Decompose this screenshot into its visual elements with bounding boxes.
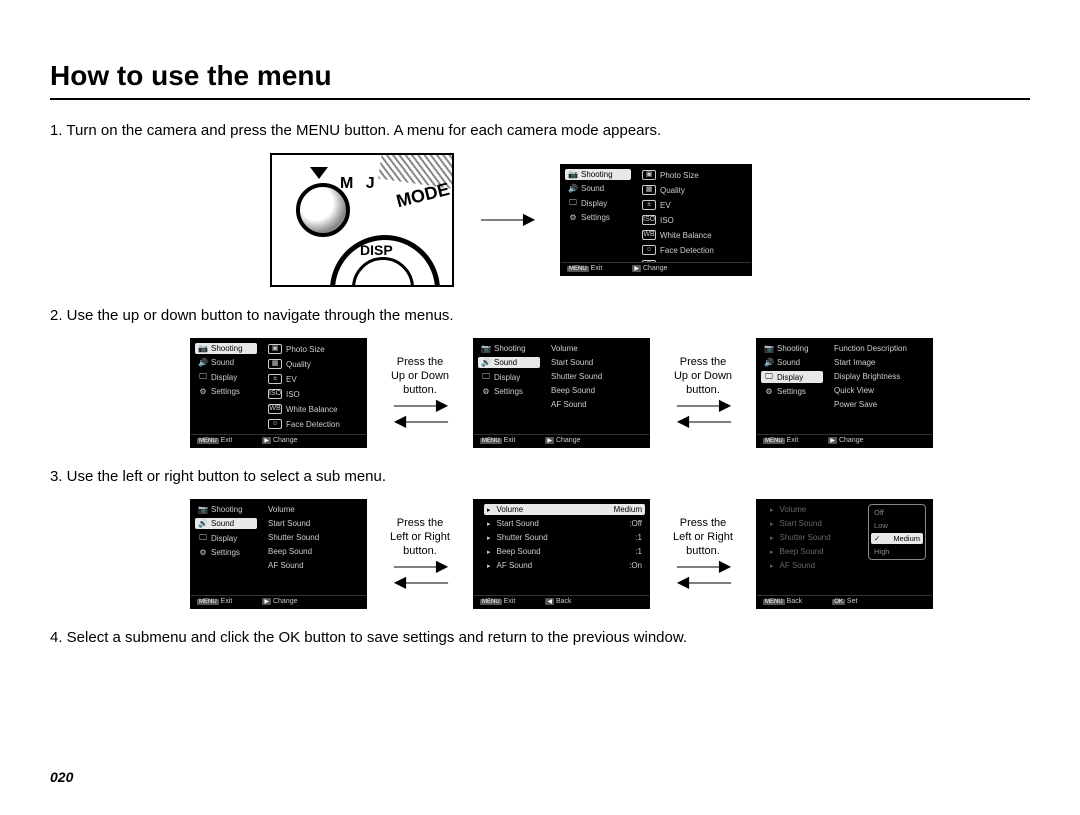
step-3: 3. Use the left or right button to selec… [50, 468, 1030, 485]
step-4: 4. Select a submenu and click the OK but… [50, 629, 1030, 646]
lcd-2b: 📷Shooting 🔊Sound 🖵Display ⚙Settings Volu… [473, 338, 650, 448]
figure-row-1: M J MODE DISP ———▶ 📷Shooting 🔊Sound 🖵Dis… [50, 153, 1030, 287]
arrow-lr-2: Press the Left or Right button. ———▶ ◀——… [658, 517, 748, 590]
side-sound: 🔊Sound [565, 183, 631, 194]
page-number: 020 [50, 769, 73, 785]
side-settings: ⚙Settings [565, 212, 631, 223]
mode-label: MODE [394, 179, 451, 212]
arrow-updown-2: Press the Up or Down button. ———▶ ◀——— [658, 356, 748, 429]
camera-button-illustration: M J MODE DISP [270, 153, 454, 287]
disp-label: DISP [360, 242, 393, 258]
title-rule [50, 98, 1030, 100]
lcd-3c: Volume Start Sound Shutter Sound Beep So… [756, 499, 933, 609]
volume-options: Off Low ✓ Medium High [868, 504, 926, 560]
menu-arrow-icon [310, 167, 328, 179]
menu-button-graphic [296, 183, 350, 237]
step-1: 1. Turn on the camera and press the MENU… [50, 122, 1030, 139]
arrow-right: ———▶ [462, 212, 552, 228]
lcd-2c: 📷Shooting 🔊Sound 🖵Display ⚙Settings Func… [756, 338, 933, 448]
lcd-3a: 📷Shooting 🔊Sound 🖵Display ⚙Settings Volu… [190, 499, 367, 609]
lcd-2a: 📷Shooting 🔊Sound 🖵Display ⚙Settings ▣Pho… [190, 338, 367, 448]
side-display: 🖵Display [565, 197, 631, 209]
arrow-updown-1: Press the Up or Down button. ———▶ ◀——— [375, 356, 465, 429]
page-title: How to use the menu [50, 60, 1030, 92]
menu-label: M J [340, 175, 379, 193]
figure-row-2: 📷Shooting 🔊Sound 🖵Display ⚙Settings ▣Pho… [50, 338, 1030, 448]
lcd-3b: VolumeMedium Start Sound:Off Shutter Sou… [473, 499, 650, 609]
lcd-shooting: 📷Shooting 🔊Sound 🖵Display ⚙Settings ▣Pho… [560, 164, 752, 276]
step-2: 2. Use the up or down button to navigate… [50, 307, 1030, 324]
figure-row-3: 📷Shooting 🔊Sound 🖵Display ⚙Settings Volu… [50, 499, 1030, 609]
arrow-lr-1: Press the Left or Right button. ———▶ ◀——… [375, 517, 465, 590]
side-shooting: 📷Shooting [565, 169, 631, 180]
